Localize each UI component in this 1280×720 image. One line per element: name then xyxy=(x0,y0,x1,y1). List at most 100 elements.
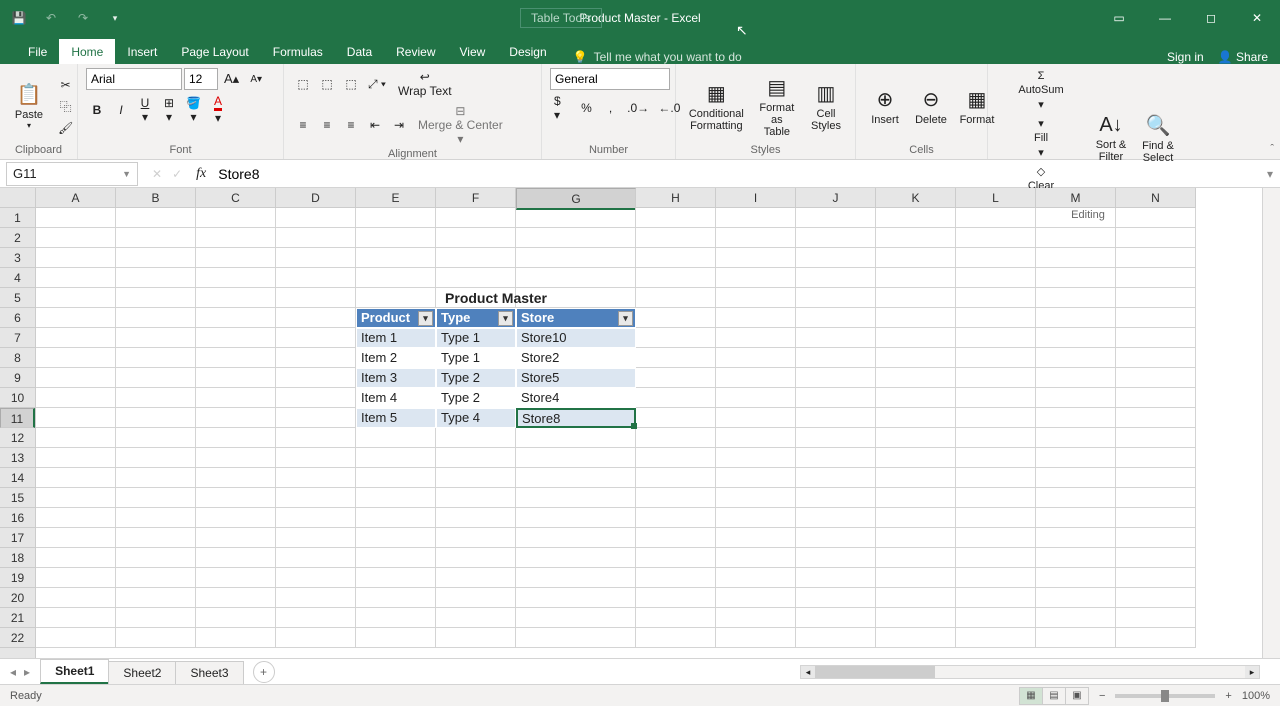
cell-D3[interactable] xyxy=(276,248,356,268)
format-as-table-button[interactable]: ▤Format as Table xyxy=(753,73,801,139)
cell-F17[interactable] xyxy=(436,528,516,548)
page-layout-view-button[interactable]: ▤ xyxy=(1042,687,1066,705)
cell-H22[interactable] xyxy=(636,628,716,648)
row-header-11[interactable]: 11 xyxy=(0,408,35,428)
cell-L20[interactable] xyxy=(956,588,1036,608)
cell-B20[interactable] xyxy=(116,588,196,608)
row-header-16[interactable]: 16 xyxy=(0,508,35,528)
cell-A9[interactable] xyxy=(36,368,116,388)
cell-M18[interactable] xyxy=(1036,548,1116,568)
name-box[interactable]: G11 ▼ xyxy=(6,162,138,186)
cell-N9[interactable] xyxy=(1116,368,1196,388)
table-header-product[interactable]: Product▾ xyxy=(356,308,436,328)
cell-N19[interactable] xyxy=(1116,568,1196,588)
cell-H7[interactable] xyxy=(636,328,716,348)
cell-E13[interactable] xyxy=(356,448,436,468)
cell-E19[interactable] xyxy=(356,568,436,588)
format-painter-button[interactable]: 🖌 xyxy=(54,119,77,137)
close-icon[interactable]: ✕ xyxy=(1234,0,1280,36)
cell-E11[interactable]: Item 5 xyxy=(356,408,436,428)
cell-J21[interactable] xyxy=(796,608,876,628)
cell-K1[interactable] xyxy=(876,208,956,228)
cell-K7[interactable] xyxy=(876,328,956,348)
cell-B1[interactable] xyxy=(116,208,196,228)
font-name-select[interactable] xyxy=(86,68,182,90)
cell-H18[interactable] xyxy=(636,548,716,568)
sign-in-link[interactable]: Sign in xyxy=(1167,50,1204,64)
cell-A10[interactable] xyxy=(36,388,116,408)
cell-C5[interactable] xyxy=(196,288,276,308)
cell-M9[interactable] xyxy=(1036,368,1116,388)
cell-H9[interactable] xyxy=(636,368,716,388)
cell-C11[interactable] xyxy=(196,408,276,428)
cell-F14[interactable] xyxy=(436,468,516,488)
cell-F13[interactable] xyxy=(436,448,516,468)
row-header-4[interactable]: 4 xyxy=(0,268,35,288)
cell-M19[interactable] xyxy=(1036,568,1116,588)
cell-G14[interactable] xyxy=(516,468,636,488)
underline-button[interactable]: U ▾ xyxy=(134,94,156,126)
cell-A16[interactable] xyxy=(36,508,116,528)
cell-M13[interactable] xyxy=(1036,448,1116,468)
cell-E4[interactable] xyxy=(356,268,436,288)
cell-K12[interactable] xyxy=(876,428,956,448)
cell-L22[interactable] xyxy=(956,628,1036,648)
filter-dropdown-icon[interactable]: ▾ xyxy=(418,311,433,326)
percent-button[interactable]: % xyxy=(575,99,597,117)
cell-A6[interactable] xyxy=(36,308,116,328)
cell-C9[interactable] xyxy=(196,368,276,388)
cell-A21[interactable] xyxy=(36,608,116,628)
cell-A7[interactable] xyxy=(36,328,116,348)
cell-N12[interactable] xyxy=(1116,428,1196,448)
cell-C21[interactable] xyxy=(196,608,276,628)
row-header-5[interactable]: 5 xyxy=(0,288,35,308)
col-header-I[interactable]: I xyxy=(716,188,796,207)
cell-N11[interactable] xyxy=(1116,408,1196,428)
cell-J7[interactable] xyxy=(796,328,876,348)
cell-C14[interactable] xyxy=(196,468,276,488)
ribbon-display-icon[interactable]: ▭ xyxy=(1096,0,1142,36)
align-left-button[interactable]: ≡ xyxy=(292,116,314,134)
fill-handle[interactable] xyxy=(631,423,637,429)
cell-J10[interactable] xyxy=(796,388,876,408)
cell-H8[interactable] xyxy=(636,348,716,368)
align-top-button[interactable]: ⬚ xyxy=(292,75,314,93)
cell-L8[interactable] xyxy=(956,348,1036,368)
cell-J11[interactable] xyxy=(796,408,876,428)
tab-page-layout[interactable]: Page Layout xyxy=(169,39,260,64)
page-break-view-button[interactable]: ▣ xyxy=(1065,687,1089,705)
cell-C15[interactable] xyxy=(196,488,276,508)
cell-M2[interactable] xyxy=(1036,228,1116,248)
cell-D7[interactable] xyxy=(276,328,356,348)
cell-N3[interactable] xyxy=(1116,248,1196,268)
cell-A22[interactable] xyxy=(36,628,116,648)
col-header-B[interactable]: B xyxy=(116,188,196,207)
cell-B10[interactable] xyxy=(116,388,196,408)
cell-H19[interactable] xyxy=(636,568,716,588)
decrease-font-button[interactable]: A▾ xyxy=(245,72,267,87)
cell-H3[interactable] xyxy=(636,248,716,268)
save-icon[interactable]: 💾 xyxy=(10,9,28,27)
cell-M4[interactable] xyxy=(1036,268,1116,288)
decrease-indent-button[interactable]: ⇤ xyxy=(364,116,386,134)
cell-L15[interactable] xyxy=(956,488,1036,508)
cell-B4[interactable] xyxy=(116,268,196,288)
cell-A18[interactable] xyxy=(36,548,116,568)
col-header-F[interactable]: F xyxy=(436,188,516,207)
col-header-L[interactable]: L xyxy=(956,188,1036,207)
cell-I2[interactable] xyxy=(716,228,796,248)
cell-C1[interactable] xyxy=(196,208,276,228)
cell-D8[interactable] xyxy=(276,348,356,368)
undo-icon[interactable]: ↶ xyxy=(42,9,60,27)
sheet-tab-sheet3[interactable]: Sheet3 xyxy=(175,661,243,684)
cell-M5[interactable] xyxy=(1036,288,1116,308)
cell-I3[interactable] xyxy=(716,248,796,268)
cell-N2[interactable] xyxy=(1116,228,1196,248)
cell-C22[interactable] xyxy=(196,628,276,648)
align-bottom-button[interactable]: ⬚ xyxy=(340,75,362,93)
col-header-D[interactable]: D xyxy=(276,188,356,207)
cell-B13[interactable] xyxy=(116,448,196,468)
cell-N15[interactable] xyxy=(1116,488,1196,508)
cell-B16[interactable] xyxy=(116,508,196,528)
tell-me-search[interactable]: 💡 Tell me what you want to do xyxy=(573,50,742,64)
